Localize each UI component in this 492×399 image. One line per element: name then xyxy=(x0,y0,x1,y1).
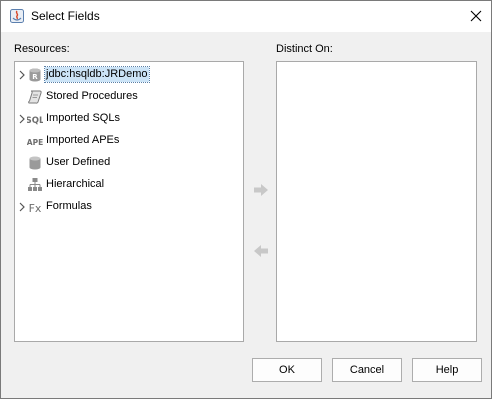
tree-item-stored-procedures[interactable]: Stored Procedures xyxy=(15,86,245,108)
select-fields-dialog: Select Fields Resources: R jdbc:hsqldb:J… xyxy=(0,0,492,399)
tree-item-label: User Defined xyxy=(46,156,111,168)
resources-label: Resources: xyxy=(14,43,70,55)
tree-item-jdbc-hsqldb-jrdemo[interactable]: R jdbc:hsqldb:JRDemo xyxy=(15,64,245,86)
formula-icon: Fx xyxy=(29,202,42,215)
resources-tree[interactable]: R jdbc:hsqldb:JRDemo Stored Procedures S… xyxy=(14,61,244,342)
chevron-right-icon[interactable] xyxy=(18,113,26,125)
tree-item-user-defined[interactable]: User Defined xyxy=(15,152,245,174)
sql-icon: SQL xyxy=(27,116,43,126)
chevron-right-icon[interactable] xyxy=(18,69,26,81)
close-icon xyxy=(470,10,482,22)
arrow-left-icon xyxy=(254,245,268,257)
scroll-icon xyxy=(28,90,42,104)
svg-text:SQL: SQL xyxy=(27,116,43,126)
tree-item-label: Hierarchical xyxy=(46,178,105,190)
title-bar: Select Fields xyxy=(1,1,491,32)
tree-item-imported-apes[interactable]: APE Imported APEs xyxy=(15,130,245,152)
tree-item-label: Stored Procedures xyxy=(46,90,138,102)
dialog-title: Select Fields xyxy=(31,9,100,23)
tree-item-label: jdbc:hsqldb:JRDemo xyxy=(44,66,150,83)
user-defined-db-icon xyxy=(29,156,41,170)
svg-text:APE: APE xyxy=(27,138,43,147)
close-button[interactable] xyxy=(462,3,490,29)
tree-item-hierarchical[interactable]: Hierarchical xyxy=(15,174,245,196)
svg-text:R: R xyxy=(32,73,38,81)
cancel-button[interactable]: Cancel xyxy=(332,358,402,382)
remove-arrow-button[interactable] xyxy=(251,243,271,259)
hierarchy-icon xyxy=(28,178,42,191)
tree-item-label: Imported SQLs xyxy=(46,112,120,124)
svg-text:Fx: Fx xyxy=(29,202,42,215)
arrow-right-icon xyxy=(254,184,268,196)
ape-icon: APE xyxy=(27,138,43,147)
add-arrow-button[interactable] xyxy=(251,182,271,198)
tree-item-label: Formulas xyxy=(46,200,92,212)
tree-item-label: Imported APEs xyxy=(46,134,120,146)
distinct-on-label: Distinct On: xyxy=(276,43,333,55)
tree-item-imported-sqls[interactable]: SQL Imported SQLs xyxy=(15,108,245,130)
tree-item-formulas[interactable]: Fx Formulas xyxy=(15,196,245,218)
distinct-on-list[interactable] xyxy=(276,61,477,342)
database-icon: R xyxy=(29,68,41,82)
ok-button[interactable]: OK xyxy=(252,358,322,382)
app-icon xyxy=(10,9,24,23)
help-button[interactable]: Help xyxy=(412,358,482,382)
chevron-right-icon[interactable] xyxy=(18,201,26,213)
